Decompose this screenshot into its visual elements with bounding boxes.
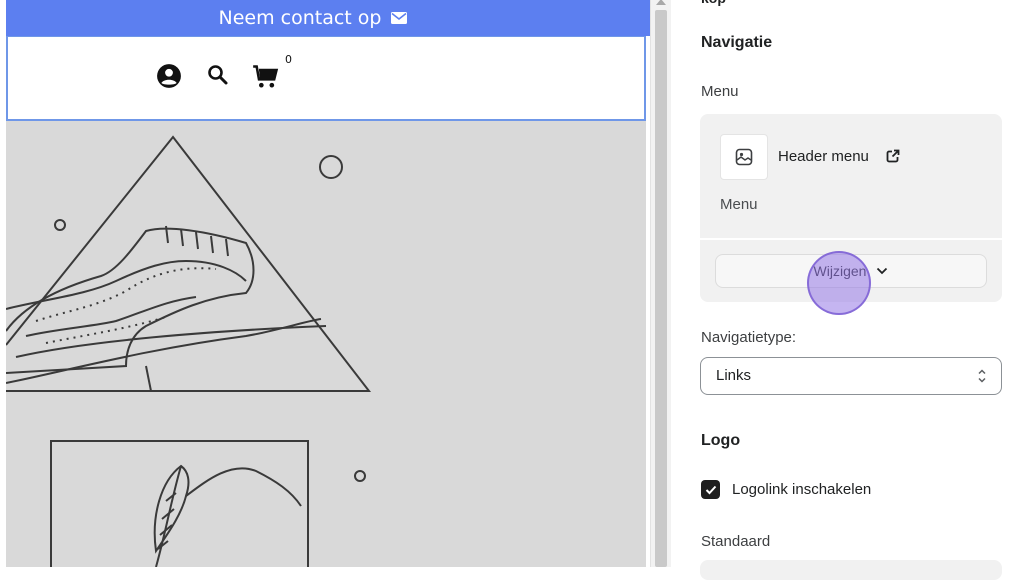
default-logo-box[interactable] <box>700 560 1002 580</box>
menu-name-link[interactable]: Header menu <box>778 148 869 165</box>
cart-count: 0 <box>285 53 292 66</box>
navigation-heading: Navigatie <box>701 34 773 51</box>
cart-icon[interactable] <box>252 63 280 91</box>
illustration-canvas <box>5 121 646 567</box>
search-icon[interactable] <box>206 63 230 87</box>
announcement-text: Neem contact op <box>218 7 382 29</box>
select-arrows-icon <box>978 369 986 383</box>
chevron-down-icon <box>877 267 888 275</box>
logo-link-label[interactable]: Logolink inschakelen <box>732 481 871 498</box>
menu-picker-card: Header menu Menu Wijzigen <box>700 114 1002 302</box>
announcement-bar[interactable]: Neem contact op <box>6 0 650 36</box>
theme-preview: Neem contact op 0 <box>0 0 650 567</box>
section-title-fragment: kop <box>701 0 726 6</box>
logo-heading: Logo <box>701 432 741 449</box>
scroll-up-arrow[interactable] <box>656 0 666 5</box>
settings-panel: kop Navigatie Menu Header menu Menu Wijz… <box>680 0 1024 580</box>
logo-link-checkbox[interactable] <box>701 480 720 499</box>
preview-scrollbar[interactable] <box>650 0 671 567</box>
change-menu-button[interactable]: Wijzigen <box>715 254 987 288</box>
menu-subtitle: Menu <box>720 196 758 213</box>
default-label: Standaard <box>701 533 771 550</box>
menu-card-divider <box>700 238 1002 240</box>
navigation-type-select[interactable]: Links <box>700 357 1002 395</box>
image-icon <box>735 148 753 166</box>
external-link-icon[interactable] <box>886 149 900 163</box>
mail-icon <box>391 12 408 24</box>
shoe-illustration <box>5 135 372 567</box>
scroll-thumb[interactable] <box>655 10 667 567</box>
navigation-type-label: Navigatietype: <box>701 329 797 346</box>
menu-label: Menu <box>701 83 739 100</box>
navigation-type-value: Links <box>716 367 752 384</box>
menu-thumbnail <box>720 134 768 180</box>
account-icon[interactable] <box>156 63 182 89</box>
store-header[interactable]: 0 <box>6 36 646 121</box>
checkmark-icon <box>705 485 716 494</box>
change-menu-label: Wijzigen <box>813 263 867 279</box>
